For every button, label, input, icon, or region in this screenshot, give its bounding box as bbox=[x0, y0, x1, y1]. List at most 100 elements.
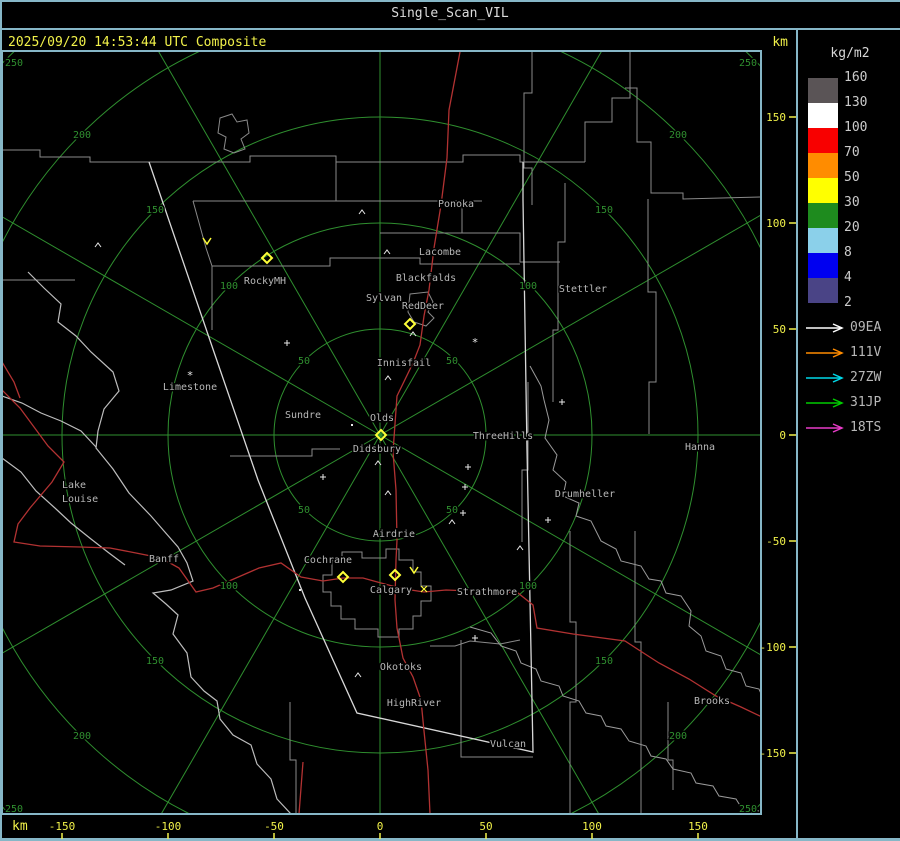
city-label: Louise bbox=[62, 494, 98, 505]
town-caret-icon bbox=[448, 519, 456, 525]
town-plus-icon bbox=[465, 464, 471, 470]
bottom-axis-unit-label: km bbox=[12, 819, 28, 834]
range-ring-label: 150 bbox=[146, 656, 164, 667]
range-ring-label: 50 bbox=[446, 505, 458, 516]
right-axis-tick-label: 150 bbox=[766, 111, 786, 124]
town-plus-icon bbox=[460, 510, 466, 516]
divide-line bbox=[27, 271, 291, 813]
highway-line bbox=[298, 761, 304, 813]
city-label: Sundre bbox=[285, 410, 321, 421]
city-label: RockyMH bbox=[244, 276, 286, 287]
city-label: Lake bbox=[62, 480, 86, 491]
city-label: HighRiver bbox=[387, 698, 441, 709]
range-ring-label: 200 bbox=[669, 130, 687, 141]
azimuth-line bbox=[3, 216, 381, 436]
city-label: Brooks bbox=[694, 696, 730, 707]
city-label: Vulcan bbox=[490, 739, 526, 750]
boundary-line bbox=[3, 149, 585, 163]
boundary-line bbox=[230, 448, 340, 457]
range-ring-label: 150 bbox=[595, 656, 613, 667]
bottom-axis-tick-label: -100 bbox=[155, 820, 182, 833]
city-label: Ponoka bbox=[438, 199, 474, 210]
city-label: Didsbury bbox=[353, 444, 401, 455]
azimuth-line bbox=[379, 434, 760, 655]
boundary-line bbox=[647, 199, 657, 434]
city-label: Okotoks bbox=[380, 662, 422, 673]
city-label: Lacombe bbox=[419, 247, 461, 258]
river-line bbox=[529, 365, 760, 693]
city-label: Limestone bbox=[163, 382, 217, 393]
boundary-line bbox=[217, 113, 250, 154]
range-ring-label: 250 bbox=[739, 58, 757, 69]
town-plus-icon bbox=[284, 340, 290, 346]
city-label: Sylvan bbox=[366, 293, 402, 304]
bottom-axis-tick-label: -50 bbox=[264, 820, 284, 833]
divide-line bbox=[3, 457, 126, 566]
city-label: Stettler bbox=[559, 284, 607, 295]
range-ring-label: 50 bbox=[298, 356, 310, 367]
town-caret-icon bbox=[384, 490, 392, 496]
town-dot-icon bbox=[351, 424, 353, 426]
range-ring-label: 100 bbox=[220, 281, 238, 292]
town-caret-icon bbox=[383, 249, 391, 255]
right-axis-tick-label: -150 bbox=[760, 747, 787, 760]
azimuth-line bbox=[161, 434, 381, 813]
city-label: Strathmore bbox=[457, 587, 517, 598]
boundary-line bbox=[289, 702, 297, 813]
bottom-axis-tick-label: -150 bbox=[49, 820, 76, 833]
right-axis-tick-label: 50 bbox=[773, 323, 786, 336]
radar-app-window: Single_Scan_VIL 2025/09/20 14:53:44 UTC … bbox=[0, 0, 900, 841]
range-ring-label: 50 bbox=[298, 505, 310, 516]
city-label: RedDeer bbox=[402, 301, 444, 312]
town-plus-icon bbox=[472, 635, 478, 641]
town-caret-icon bbox=[354, 672, 362, 678]
city-label: ThreeHills bbox=[473, 431, 533, 442]
town-plus-icon bbox=[559, 399, 565, 405]
range-ring-label: 200 bbox=[73, 731, 91, 742]
range-ring-label: 50 bbox=[446, 356, 458, 367]
radar-map[interactable]: 50 50 50 50 100 100 100 100 150 150 150 150 200 200 20… bbox=[0, 0, 900, 841]
map-layers: 50 50 50 50 100 100 100 100 150 150 150 150 200 200 20… bbox=[3, 52, 760, 813]
city-label: Blackfalds bbox=[396, 273, 456, 284]
range-ring-label: 100 bbox=[519, 581, 537, 592]
town-plus-icon bbox=[320, 474, 326, 480]
range-ring-label: 200 bbox=[73, 130, 91, 141]
range-ring-label: 200 bbox=[669, 731, 687, 742]
town-caret-icon bbox=[358, 209, 366, 215]
range-ring-label: 250 bbox=[5, 58, 23, 69]
city-label: Innisfail bbox=[377, 358, 431, 369]
right-axis-tick-label: 100 bbox=[766, 217, 786, 230]
boundary-line bbox=[462, 232, 560, 263]
range-ring-label: 100 bbox=[519, 281, 537, 292]
town-star-icon: * bbox=[187, 369, 194, 382]
bottom-axis-tick-label: 0 bbox=[377, 820, 384, 833]
bottom-axis-tick-label: 50 bbox=[479, 820, 492, 833]
town-caret-icon bbox=[94, 242, 102, 248]
city-label: Hanna bbox=[685, 442, 715, 453]
right-axis-tick-label: -50 bbox=[766, 535, 786, 548]
boundary-line bbox=[523, 52, 533, 205]
city-label: Airdrie bbox=[373, 529, 415, 540]
right-axis-tick-label: -100 bbox=[760, 641, 787, 654]
boundary-line bbox=[569, 531, 577, 813]
town-caret-icon bbox=[384, 375, 392, 381]
bottom-axis-tick-label: 100 bbox=[582, 820, 602, 833]
range-ring bbox=[3, 52, 760, 813]
town-star-icon: * bbox=[472, 336, 479, 349]
range-ring-label: 100 bbox=[220, 581, 238, 592]
range-ring-label: 150 bbox=[595, 205, 613, 216]
city-label: Olds bbox=[370, 413, 394, 424]
city-label: Calgary bbox=[370, 585, 412, 596]
city-label: Cochrane bbox=[304, 555, 352, 566]
right-axis-tick-label: 0 bbox=[779, 429, 786, 442]
town-caret-icon bbox=[516, 545, 524, 551]
site-diamond-icon bbox=[336, 570, 350, 584]
x-marker-icon bbox=[420, 585, 428, 593]
city-label: Drumheller bbox=[555, 489, 615, 500]
bottom-axis-tick-label: 150 bbox=[688, 820, 708, 833]
town-dot-icon bbox=[299, 589, 301, 591]
range-ring-label: 150 bbox=[146, 205, 164, 216]
boundary-line bbox=[192, 200, 213, 330]
town-plus-icon bbox=[545, 517, 551, 523]
city-label: Banff bbox=[149, 554, 179, 565]
